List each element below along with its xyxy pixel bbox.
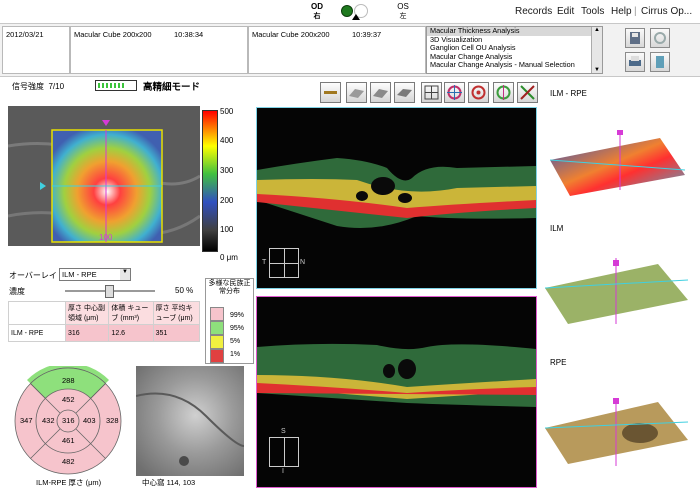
title-bar: OD 右 OS 左 Records Edit Tools Help | Cirrus… [0,0,700,22]
density-slider[interactable] [65,285,155,298]
refresh-icon[interactable] [650,28,670,48]
eye-toggle[interactable] [341,4,375,20]
row-label: ILM - RPE [8,324,66,342]
surface-label-ilm: ILM [550,224,564,233]
density-label: 濃度 [9,287,25,296]
etdrs-center: 316 [62,416,75,425]
overlay-select[interactable]: ILM - RPE ▼ [59,268,131,281]
print-icon[interactable] [625,52,645,72]
hd-mode-label: 高精細モード [143,82,201,93]
cube-avg-value: 351 [152,324,201,342]
slab-view-icon[interactable] [394,82,415,103]
layer-view-icon[interactable] [346,82,367,103]
os-label[interactable]: OS 左 [393,2,413,21]
etdrs-nasal-outer: 347 [20,416,33,425]
map-value-label: 100 [99,233,113,242]
analysis-scrollbar[interactable]: ▲ ▼ [591,27,602,73]
chevron-down-icon: ▼ [120,269,130,280]
overlay-label: オーバーレイ [9,271,57,280]
exam-date-box[interactable]: 2012/03/21 [2,26,70,74]
thickness-colorbar [202,110,218,252]
etdrs-temporal-outer: 328 [106,416,119,425]
menu-edit[interactable]: Edit [557,6,574,17]
etdrs-inferior-outer: 482 [62,457,75,466]
orientation-box-horizontal: T N [262,248,305,278]
exam-scan-2: Macular Cube 200x200 [252,30,330,39]
center-target-icon[interactable] [493,82,514,103]
exam-time-1: 10:38:34 [174,30,204,39]
menu-help[interactable]: Help [611,6,632,17]
menu-tools[interactable]: Tools [581,6,604,17]
exam-selection-strip: 2012/03/21 Macular Cube 200x200 10:38:34… [0,23,700,77]
surface-label-rpe: RPE [550,358,567,367]
header-cube-volume: 体積 キューブ (mm³) [108,301,154,325]
bscan-horizontal[interactable]: T N [256,107,537,289]
signal-bar [95,80,137,91]
density-value: 50 % [175,286,194,295]
etdrs-nasal-inner: 432 [42,416,55,425]
etdrs-superior-outer: 288 [62,376,75,385]
signal-strength: 信号強度 7/10 [12,82,65,91]
surface-3d-ilm[interactable] [540,258,690,328]
header-cube-avg: 厚さ 平均キューブ (μm) [152,301,201,325]
fovea-caption: 中心窩 114, 103 [142,478,196,487]
surface-view-icon[interactable] [370,82,391,103]
density-slider-handle[interactable] [105,285,114,298]
etdrs-grid: 288 452 347 432 316 403 328 461 482 ILM-… [8,363,128,487]
analysis-list[interactable]: Macular Thickness Analysis 3D Visualizat… [426,26,603,74]
exam-slot-1[interactable]: Macular Cube 200x200 10:38:34 [70,26,248,74]
etdrs-superior-inner: 452 [62,395,75,404]
orientation-box-vertical: S I [269,428,299,475]
menu-records[interactable]: Records [515,6,552,17]
thickness-map-graphic [7,106,201,246]
surface-3d-rpe[interactable] [540,398,690,468]
od-label[interactable]: OD 右 [307,2,327,21]
thickness-table: 厚さ 中心副領域 (μm) 体積 キューブ (mm³) 厚さ 平均キューブ (μ… [8,301,201,342]
save-icon[interactable] [625,28,645,48]
measure-icon[interactable] [320,82,341,103]
center-thickness-value: 316 [64,324,110,342]
surface-label-ilm-rpe: ILM - RPE [550,89,587,98]
normative-legend: 多様な民族正常分布 99% 95% 5% 1% [205,278,254,364]
registration-icon[interactable] [517,82,538,103]
bscan-vertical[interactable]: S I [256,296,537,488]
menu-app[interactable]: Cirrus Op... [641,6,692,17]
crosshair-icon[interactable] [444,82,465,103]
analysis-item[interactable]: Macular Change Analysis - Manual Selecti… [427,61,602,70]
header-center-thickness: 厚さ 中心副領域 (μm) [64,301,110,325]
cube-volume-value: 12.6 [108,324,154,342]
etdrs-caption: ILM-RPE 厚さ (μm) [36,478,102,487]
fundus-thickness-map[interactable]: 100 [7,106,201,246]
etdrs-temporal-inner: 403 [83,416,96,425]
exam-date: 2012/03/21 [6,30,44,39]
exam-slot-2[interactable]: Macular Cube 200x200 10:39:37 [248,26,426,74]
fovea-image[interactable] [135,366,245,476]
selected-eye-arrow-icon [352,14,360,20]
exam-scan-1: Macular Cube 200x200 [74,30,152,39]
target-icon[interactable] [468,82,489,103]
surface-3d-ilm-rpe[interactable] [540,129,690,200]
exam-time-2: 10:39:37 [352,30,382,39]
etdrs-inferior-inner: 461 [62,436,75,445]
grid-icon[interactable] [421,82,442,103]
export-icon[interactable] [650,52,670,72]
